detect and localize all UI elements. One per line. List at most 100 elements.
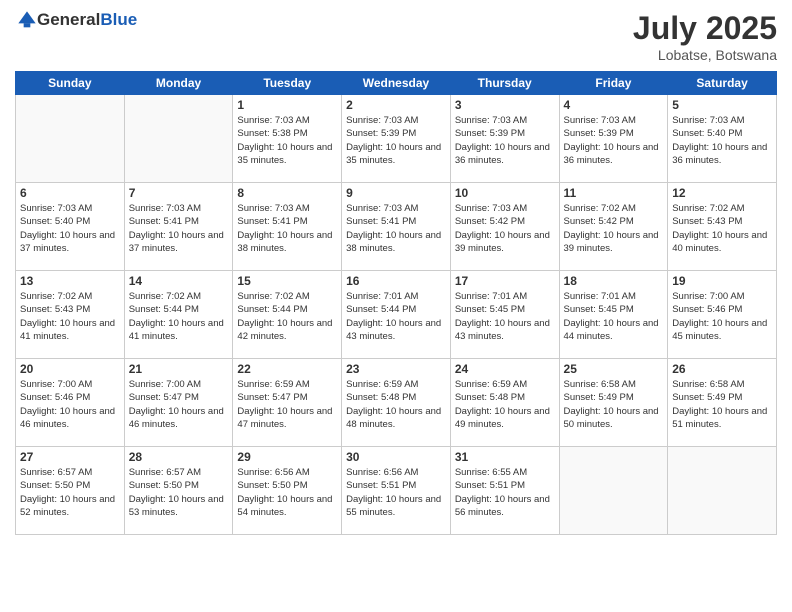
cell-content: Sunrise: 6:56 AMSunset: 5:51 PMDaylight:…: [346, 466, 446, 519]
cal-cell: 12 Sunrise: 7:02 AMSunset: 5:43 PMDayligh…: [668, 183, 777, 271]
cal-cell: 8 Sunrise: 7:03 AMSunset: 5:41 PMDaylight…: [233, 183, 342, 271]
cell-content: Sunrise: 7:01 AMSunset: 5:44 PMDaylight:…: [346, 290, 446, 343]
day-number: 19: [672, 274, 772, 288]
day-number: 13: [20, 274, 120, 288]
day-number: 20: [20, 362, 120, 376]
day-number: 9: [346, 186, 446, 200]
cell-content: Sunrise: 7:02 AMSunset: 5:43 PMDaylight:…: [672, 202, 772, 255]
day-header-friday: Friday: [559, 72, 668, 95]
cell-content: Sunrise: 7:03 AMSunset: 5:40 PMDaylight:…: [672, 114, 772, 167]
logo: GeneralBlue: [15, 10, 137, 30]
day-number: 8: [237, 186, 337, 200]
day-number: 16: [346, 274, 446, 288]
cell-content: Sunrise: 6:57 AMSunset: 5:50 PMDaylight:…: [20, 466, 120, 519]
day-number: 4: [564, 98, 664, 112]
day-header-tuesday: Tuesday: [233, 72, 342, 95]
day-number: 15: [237, 274, 337, 288]
cell-content: Sunrise: 6:58 AMSunset: 5:49 PMDaylight:…: [672, 378, 772, 431]
cal-cell: 24Sunrise: 6:59 AMSunset: 5:48 PMDayligh…: [450, 359, 559, 447]
day-number: 1: [237, 98, 337, 112]
day-number: 18: [564, 274, 664, 288]
day-number: 10: [455, 186, 555, 200]
cell-content: Sunrise: 7:02 AMSunset: 5:44 PMDaylight:…: [129, 290, 229, 343]
day-number: 14: [129, 274, 229, 288]
title-block: July 2025 Lobatse, Botswana: [633, 10, 777, 63]
day-number: 31: [455, 450, 555, 464]
day-number: 11: [564, 186, 664, 200]
day-number: 3: [455, 98, 555, 112]
cal-cell: 2 Sunrise: 7:03 AMSunset: 5:39 PMDaylight…: [342, 95, 451, 183]
day-number: 21: [129, 362, 229, 376]
cell-content: Sunrise: 7:03 AMSunset: 5:39 PMDaylight:…: [564, 114, 664, 167]
cell-content: Sunrise: 6:55 AMSunset: 5:51 PMDaylight:…: [455, 466, 555, 519]
calendar-table: SundayMondayTuesdayWednesdayThursdayFrid…: [15, 71, 777, 535]
cell-content: Sunrise: 7:03 AMSunset: 5:41 PMDaylight:…: [129, 202, 229, 255]
cell-content: Sunrise: 7:00 AMSunset: 5:47 PMDaylight:…: [129, 378, 229, 431]
day-number: 2: [346, 98, 446, 112]
cal-cell: 25Sunrise: 6:58 AMSunset: 5:49 PMDayligh…: [559, 359, 668, 447]
week-row-4: 27 Sunrise: 6:57 AMSunset: 5:50 PMDayligh…: [16, 447, 777, 535]
cal-cell: 26 Sunrise: 6:58 AMSunset: 5:49 PMDayligh…: [668, 359, 777, 447]
cell-content: Sunrise: 7:01 AMSunset: 5:45 PMDaylight:…: [455, 290, 555, 343]
cell-content: Sunrise: 7:01 AMSunset: 5:45 PMDaylight:…: [564, 290, 664, 343]
day-number: 27: [20, 450, 120, 464]
cell-content: Sunrise: 7:03 AMSunset: 5:38 PMDaylight:…: [237, 114, 337, 167]
cal-cell: [559, 447, 668, 535]
day-header-thursday: Thursday: [450, 72, 559, 95]
logo-icon: [17, 10, 37, 30]
cal-cell: 18 Sunrise: 7:01 AMSunset: 5:45 PMDayligh…: [559, 271, 668, 359]
cal-cell: 17 Sunrise: 7:01 AMSunset: 5:45 PMDayligh…: [450, 271, 559, 359]
cell-content: Sunrise: 7:03 AMSunset: 5:42 PMDaylight:…: [455, 202, 555, 255]
cal-cell: 30 Sunrise: 6:56 AMSunset: 5:51 PMDayligh…: [342, 447, 451, 535]
day-number: 23: [346, 362, 446, 376]
calendar-title: July 2025: [633, 10, 777, 47]
logo-blue: Blue: [100, 10, 137, 29]
cal-cell: 23 Sunrise: 6:59 AMSunset: 5:48 PMDayligh…: [342, 359, 451, 447]
day-number: 26: [672, 362, 772, 376]
cell-content: Sunrise: 6:56 AMSunset: 5:50 PMDaylight:…: [237, 466, 337, 519]
cal-cell: 4 Sunrise: 7:03 AMSunset: 5:39 PMDaylight…: [559, 95, 668, 183]
day-number: 17: [455, 274, 555, 288]
cell-content: Sunrise: 7:02 AMSunset: 5:44 PMDaylight:…: [237, 290, 337, 343]
week-row-1: 6Sunrise: 7:03 AMSunset: 5:40 PMDaylight…: [16, 183, 777, 271]
cell-content: Sunrise: 6:58 AMSunset: 5:49 PMDaylight:…: [564, 378, 664, 431]
cal-cell: 22 Sunrise: 6:59 AMSunset: 5:47 PMDayligh…: [233, 359, 342, 447]
day-header-saturday: Saturday: [668, 72, 777, 95]
cal-cell: [124, 95, 233, 183]
cell-content: Sunrise: 7:00 AMSunset: 5:46 PMDaylight:…: [672, 290, 772, 343]
cal-cell: 21 Sunrise: 7:00 AMSunset: 5:47 PMDayligh…: [124, 359, 233, 447]
day-header-wednesday: Wednesday: [342, 72, 451, 95]
week-row-2: 13Sunrise: 7:02 AMSunset: 5:43 PMDayligh…: [16, 271, 777, 359]
cell-content: Sunrise: 7:02 AMSunset: 5:42 PMDaylight:…: [564, 202, 664, 255]
week-row-0: 1 Sunrise: 7:03 AMSunset: 5:38 PMDaylight…: [16, 95, 777, 183]
calendar-page: GeneralBlue July 2025 Lobatse, Botswana …: [0, 0, 792, 612]
cal-cell: 5 Sunrise: 7:03 AMSunset: 5:40 PMDaylight…: [668, 95, 777, 183]
day-number: 24: [455, 362, 555, 376]
day-number: 29: [237, 450, 337, 464]
day-number: 7: [129, 186, 229, 200]
cal-cell: 20 Sunrise: 7:00 AMSunset: 5:46 PMDayligh…: [16, 359, 125, 447]
header: GeneralBlue July 2025 Lobatse, Botswana: [15, 10, 777, 63]
cal-cell: 3Sunrise: 7:03 AMSunset: 5:39 PMDaylight…: [450, 95, 559, 183]
day-number: 12: [672, 186, 772, 200]
day-header-monday: Monday: [124, 72, 233, 95]
calendar-subtitle: Lobatse, Botswana: [633, 47, 777, 63]
day-number: 5: [672, 98, 772, 112]
cal-cell: 10 Sunrise: 7:03 AMSunset: 5:42 PMDayligh…: [450, 183, 559, 271]
cal-cell: 19 Sunrise: 7:00 AMSunset: 5:46 PMDayligh…: [668, 271, 777, 359]
cell-content: Sunrise: 7:03 AMSunset: 5:39 PMDaylight:…: [346, 114, 446, 167]
cal-cell: 15 Sunrise: 7:02 AMSunset: 5:44 PMDayligh…: [233, 271, 342, 359]
day-number: 22: [237, 362, 337, 376]
cal-cell: 7 Sunrise: 7:03 AMSunset: 5:41 PMDaylight…: [124, 183, 233, 271]
day-number: 6: [20, 186, 120, 200]
day-number: 30: [346, 450, 446, 464]
cell-content: Sunrise: 7:00 AMSunset: 5:46 PMDaylight:…: [20, 378, 120, 431]
cell-content: Sunrise: 6:59 AMSunset: 5:47 PMDaylight:…: [237, 378, 337, 431]
cal-cell: 1 Sunrise: 7:03 AMSunset: 5:38 PMDaylight…: [233, 95, 342, 183]
cell-content: Sunrise: 7:03 AMSunset: 5:41 PMDaylight:…: [237, 202, 337, 255]
day-header-row: SundayMondayTuesdayWednesdayThursdayFrid…: [16, 72, 777, 95]
cell-content: Sunrise: 6:59 AMSunset: 5:48 PMDaylight:…: [346, 378, 446, 431]
cal-cell: 29 Sunrise: 6:56 AMSunset: 5:50 PMDayligh…: [233, 447, 342, 535]
cal-cell: 14 Sunrise: 7:02 AMSunset: 5:44 PMDayligh…: [124, 271, 233, 359]
week-row-3: 20 Sunrise: 7:00 AMSunset: 5:46 PMDayligh…: [16, 359, 777, 447]
